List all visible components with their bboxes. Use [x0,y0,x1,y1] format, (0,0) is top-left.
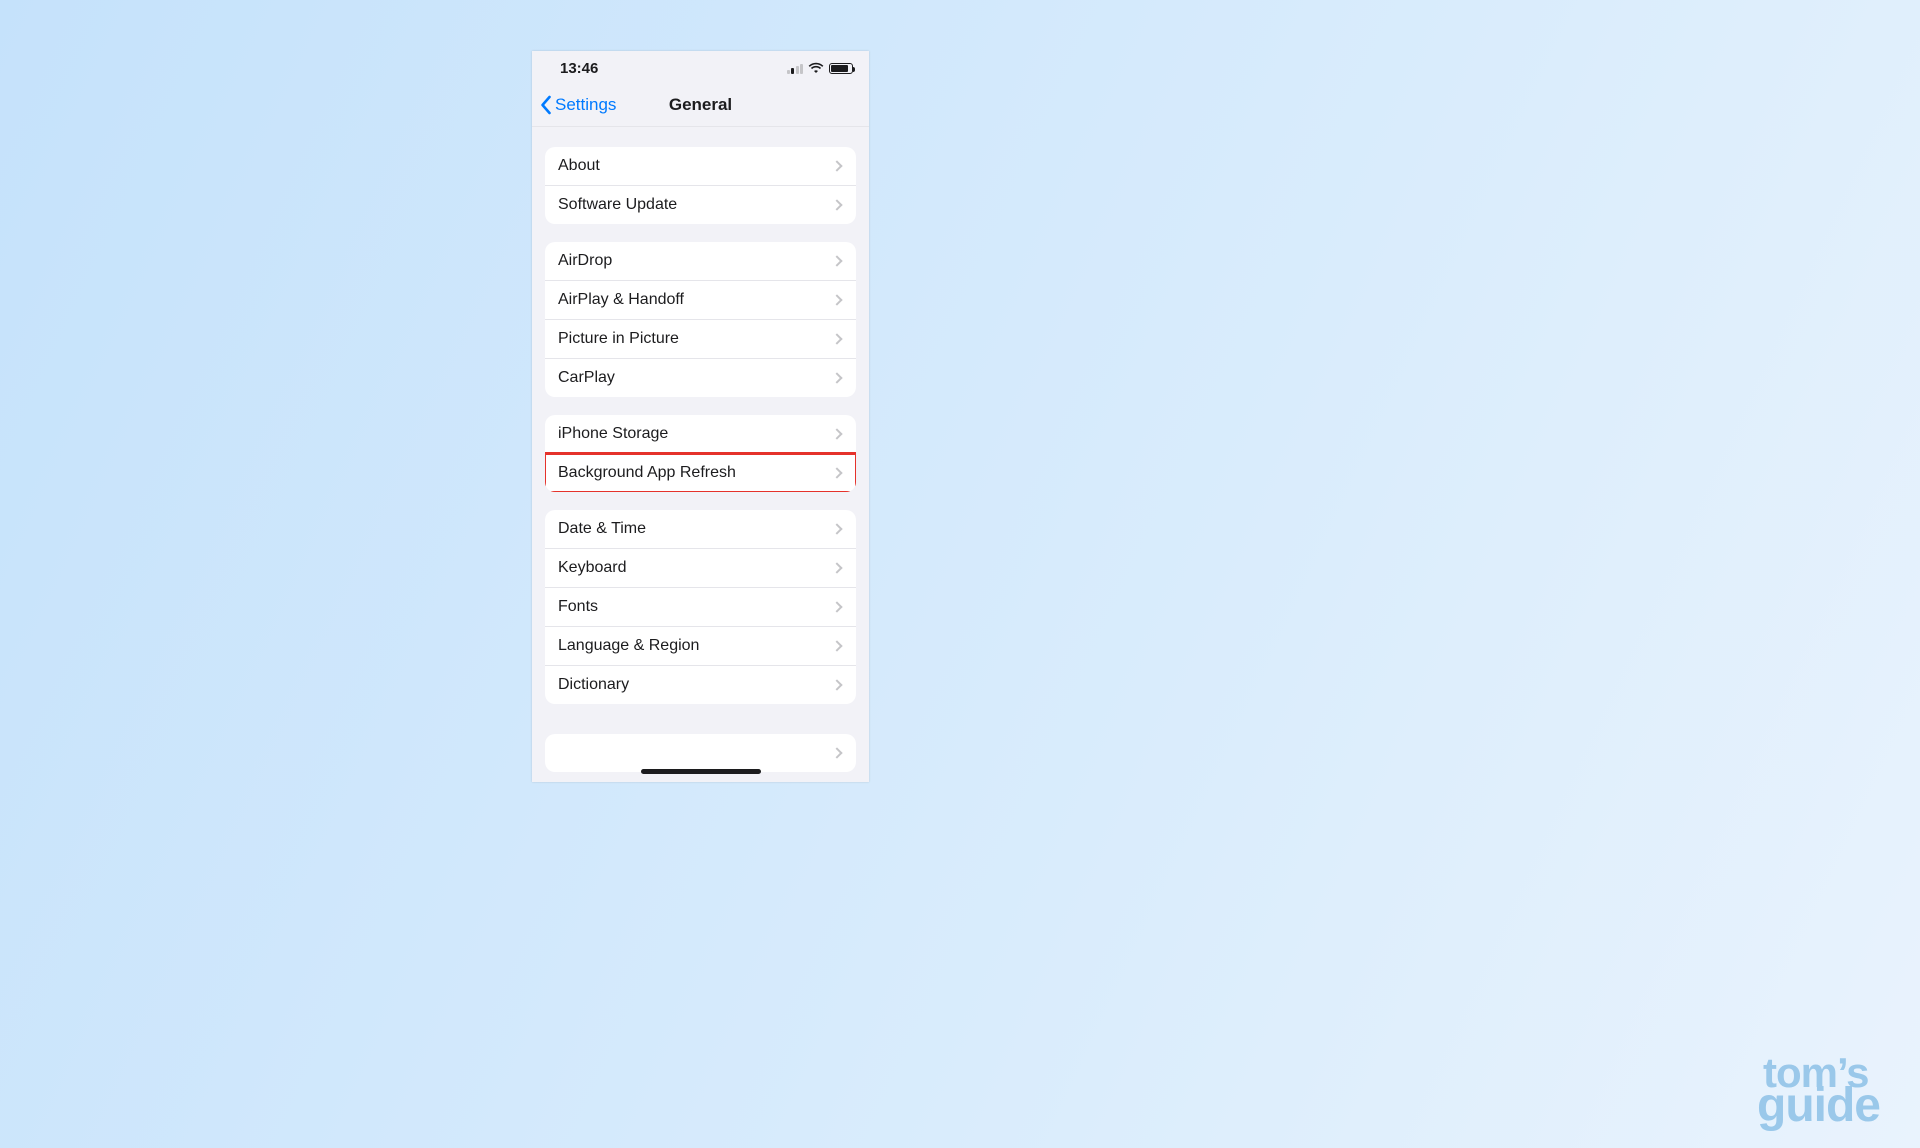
row-label: Dictionary [558,676,629,694]
chevron-right-icon [831,679,842,690]
row-label: Fonts [558,598,598,616]
row-airdrop[interactable]: AirDrop [545,242,856,281]
row-dictionary[interactable]: Dictionary [545,666,856,704]
status-time: 13:46 [560,60,598,77]
row-background-app-refresh[interactable]: Background App Refresh [545,454,856,492]
chevron-right-icon [831,199,842,210]
row-label: Keyboard [558,559,627,577]
row-label: Date & Time [558,520,646,538]
row-iphone-storage[interactable]: iPhone Storage [545,415,856,454]
row-label: Language & Region [558,637,699,655]
row-fonts[interactable]: Fonts [545,588,856,627]
wifi-icon [808,62,824,74]
back-label: Settings [555,95,616,115]
group-0: About Software Update [545,147,856,224]
phone-screenshot: 13:46 Settings General [532,51,869,782]
watermark-logo: tom’s guide [1763,1057,1880,1124]
battery-icon [829,63,853,74]
row-airplay-handoff[interactable]: AirPlay & Handoff [545,281,856,320]
group-1: AirDrop AirPlay & Handoff Picture in Pic… [545,242,856,397]
chevron-right-icon [831,255,842,266]
chevron-right-icon [831,601,842,612]
group-2: iPhone Storage Background App Refresh [545,415,856,492]
chevron-right-icon [831,562,842,573]
row-label: Background App Refresh [558,464,736,482]
row-label: Picture in Picture [558,330,679,348]
nav-bar: Settings General [532,83,869,127]
chevron-right-icon [831,333,842,344]
chevron-right-icon [831,640,842,651]
row-label: About [558,157,600,175]
row-software-update[interactable]: Software Update [545,186,856,224]
settings-list[interactable]: About Software Update AirDrop AirPlay & … [532,127,869,782]
row-label: AirPlay & Handoff [558,291,684,309]
chevron-right-icon [831,160,842,171]
chevron-right-icon [831,428,842,439]
status-bar: 13:46 [532,51,869,73]
chevron-right-icon [831,294,842,305]
group-3: Date & Time Keyboard Fonts Language & Re… [545,510,856,704]
cellular-icon [787,63,804,74]
chevron-right-icon [831,747,842,758]
chevron-right-icon [831,467,842,478]
row-date-time[interactable]: Date & Time [545,510,856,549]
row-label: iPhone Storage [558,425,668,443]
row-label: Software Update [558,196,677,214]
chevron-right-icon [831,523,842,534]
row-carplay[interactable]: CarPlay [545,359,856,397]
home-indicator[interactable] [641,769,761,774]
row-about[interactable]: About [545,147,856,186]
row-label: CarPlay [558,369,615,387]
chevron-left-icon [540,95,553,115]
watermark-line2: guide [1757,1087,1880,1124]
row-label [558,744,562,762]
row-keyboard[interactable]: Keyboard [545,549,856,588]
group-4-partial [545,734,856,772]
row-picture-in-picture[interactable]: Picture in Picture [545,320,856,359]
chevron-right-icon [831,372,842,383]
row-label: AirDrop [558,252,612,270]
row-language-region[interactable]: Language & Region [545,627,856,666]
status-icons [787,62,854,74]
back-button[interactable]: Settings [540,95,616,115]
row-partial[interactable] [545,734,856,772]
